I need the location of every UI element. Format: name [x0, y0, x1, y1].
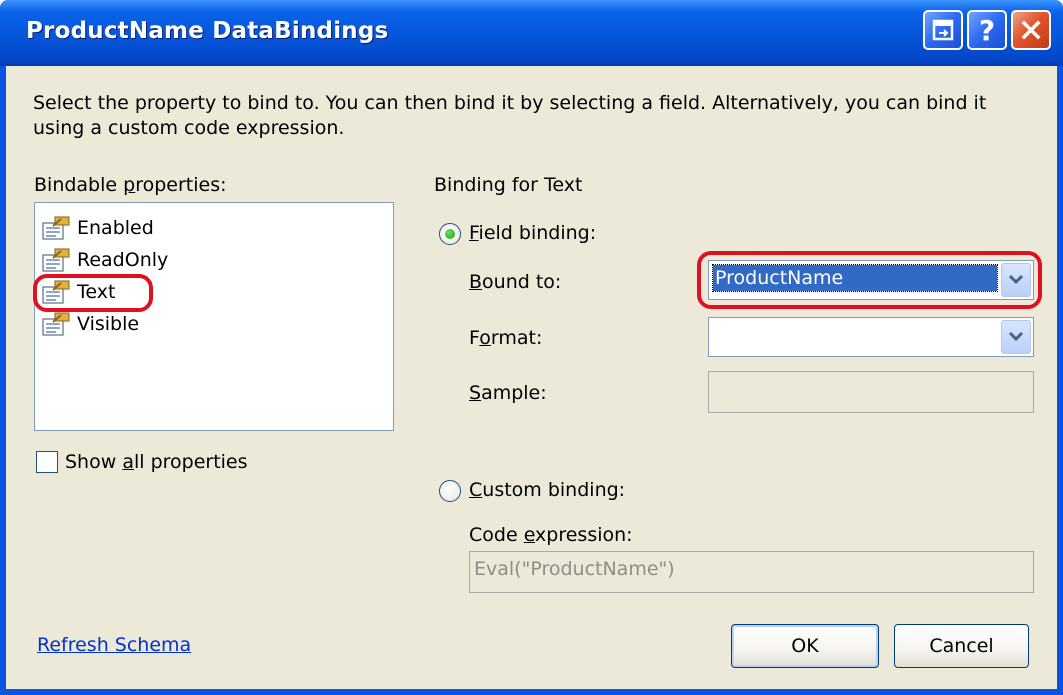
help-button[interactable]: ?: [967, 10, 1007, 50]
show-all-properties-label[interactable]: Show all properties: [65, 451, 248, 473]
format-value: [713, 322, 997, 348]
list-item-enabled[interactable]: Enabled: [41, 213, 154, 243]
chevron-down-icon: [1008, 274, 1024, 285]
list-item-label: Visible: [77, 313, 140, 335]
code-expression-label: Code expression:: [469, 524, 633, 546]
title-bar[interactable]: ProductName DataBindings ?: [0, 0, 1063, 66]
radio-selected-dot: [445, 229, 455, 239]
close-icon: [1021, 20, 1041, 40]
bindable-properties-label: Bindable properties:: [34, 174, 227, 196]
list-item-label: ReadOnly: [77, 249, 169, 271]
binding-for-header: Binding for Text: [434, 174, 583, 196]
sample-field: [708, 371, 1034, 413]
dialog-body: Select the property to bind to. You can …: [6, 66, 1057, 689]
bound-to-dropdown-button[interactable]: [1001, 263, 1031, 297]
refresh-schema-link[interactable]: Refresh Schema: [37, 634, 191, 656]
field-binding-label[interactable]: Field binding:: [469, 222, 596, 244]
format-select[interactable]: [708, 317, 1034, 357]
list-item-label: Text: [77, 281, 116, 303]
property-icon: [42, 216, 70, 240]
field-binding-radio[interactable]: [439, 223, 461, 245]
bindable-properties-list[interactable]: Enabled ReadOnly Text Visible: [34, 202, 394, 431]
sample-label: Sample:: [469, 382, 547, 404]
chevron-down-icon: [1008, 331, 1024, 342]
list-item-readonly[interactable]: ReadOnly: [41, 245, 168, 275]
pin-button[interactable]: [923, 10, 963, 50]
custom-binding-radio[interactable]: [439, 480, 461, 502]
bound-to-select[interactable]: ProductName: [708, 260, 1034, 300]
property-icon: [42, 312, 70, 336]
format-dropdown-button[interactable]: [1001, 320, 1031, 354]
bound-to-value: ProductName: [712, 264, 998, 292]
list-item-visible[interactable]: Visible: [41, 309, 139, 339]
property-icon: [42, 248, 70, 272]
list-item-label: Enabled: [77, 217, 154, 239]
restore-icon: [932, 19, 954, 41]
show-all-properties-checkbox[interactable]: [36, 451, 58, 473]
ok-button[interactable]: OK: [731, 624, 879, 668]
close-button[interactable]: [1011, 10, 1051, 50]
help-icon: ?: [978, 13, 996, 47]
cancel-button[interactable]: Cancel: [894, 624, 1029, 668]
list-item-text[interactable]: Text: [41, 277, 115, 307]
custom-binding-label[interactable]: Custom binding:: [469, 479, 625, 501]
format-label: Format:: [469, 327, 543, 349]
property-icon: [42, 280, 70, 304]
bound-to-label: Bound to:: [469, 271, 562, 293]
code-expression-value: Eval("ProductName"): [474, 558, 675, 580]
dialog-window: ProductName DataBindings ? Select the pr…: [0, 0, 1063, 695]
window-title: ProductName DataBindings: [26, 18, 389, 44]
code-expression-field: Eval("ProductName"): [469, 551, 1034, 593]
instructions-text: Select the property to bind to. You can …: [33, 92, 987, 139]
